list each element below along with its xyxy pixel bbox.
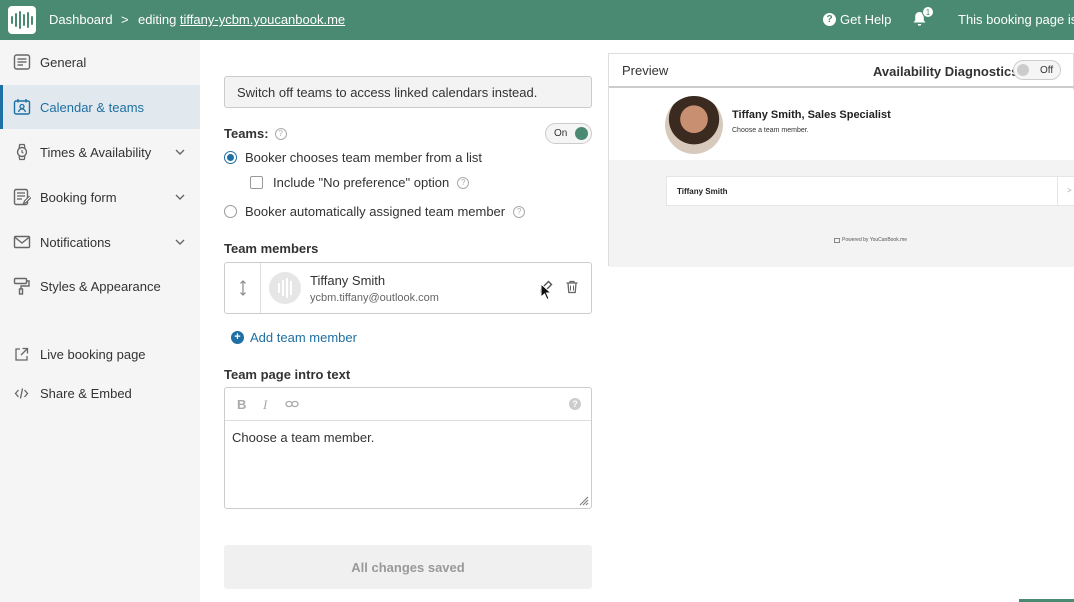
plus-circle-icon: +	[231, 331, 244, 344]
chevron-down-icon	[175, 194, 185, 200]
breadcrumb-editing: editing tiffany-ycbm.youcanbook.me	[138, 12, 345, 27]
team-members-heading: Team members	[224, 241, 319, 256]
toggle-knob	[1017, 64, 1029, 76]
preview-panel: Preview Availability Diagnostics Off Tif…	[608, 53, 1074, 267]
teams-label-text: Teams:	[224, 126, 269, 141]
ycbm-logo-icon[interactable]	[8, 6, 36, 34]
checkbox-no-preference[interactable]: Include "No preference" option ?	[250, 175, 470, 190]
ycbm-small-logo-icon	[834, 237, 840, 243]
italic-button[interactable]: I	[263, 397, 267, 413]
teams-toggle[interactable]: On	[545, 123, 592, 144]
booking-page-link[interactable]: tiffany-ycbm.youcanbook.me	[180, 12, 345, 27]
checkbox[interactable]	[250, 176, 263, 189]
save-status-button: All changes saved	[224, 545, 592, 589]
help-icon[interactable]: ?	[457, 176, 470, 189]
checkbox-label: Include "No preference" option	[273, 175, 450, 190]
envelope-icon	[13, 235, 31, 249]
powered-by[interactable]: Powered by YouCanBook.me	[834, 237, 907, 243]
help-icon[interactable]: ?	[274, 127, 287, 140]
member-name: Tiffany Smith	[310, 273, 386, 288]
radio-button[interactable]	[224, 205, 237, 218]
form-icon	[13, 188, 31, 206]
preview-member-name: Tiffany Smith	[677, 187, 728, 196]
preview-name: Tiffany Smith, Sales Specialist	[732, 109, 891, 121]
profile-photo	[665, 96, 723, 154]
sidebar-item-styles-appearance[interactable]: Styles & Appearance	[0, 264, 200, 308]
list-icon	[13, 54, 31, 70]
teams-notice: Switch off teams to access linked calend…	[224, 76, 592, 108]
sidebar-item-share-embed[interactable]: Share & Embed	[0, 374, 200, 412]
external-link-icon	[15, 347, 29, 361]
notification-count-badge: 1	[922, 6, 934, 18]
help-icon[interactable]: ?	[513, 205, 526, 218]
intro-text-value[interactable]: Choose a team member.	[232, 430, 374, 445]
member-email: ycbm.tiffany@outlook.com	[310, 292, 439, 304]
preview-title: Preview	[622, 63, 669, 78]
radio-button[interactable]	[224, 151, 237, 164]
radio-label: Booker automatically assigned team membe…	[245, 204, 506, 219]
row-divider	[1057, 177, 1058, 205]
bold-button[interactable]: B	[237, 397, 246, 412]
breadcrumb-dashboard[interactable]: Dashboard	[49, 12, 113, 27]
sidebar-item-label: Calendar & teams	[40, 99, 145, 115]
resize-handle-icon[interactable]	[579, 496, 589, 506]
calendar-person-icon	[13, 99, 31, 115]
watch-icon	[16, 143, 28, 161]
sidebar-item-notifications[interactable]: Notifications	[0, 220, 200, 264]
trash-icon[interactable]	[565, 280, 579, 294]
sidebar-item-booking-form[interactable]: Booking form	[0, 175, 200, 219]
sidebar-item-general[interactable]: General	[0, 40, 200, 84]
notifications-button[interactable]: 1	[912, 6, 934, 30]
intro-text-editor[interactable]: B I ? Choose a team member.	[224, 387, 592, 509]
sidebar-item-label: Notifications	[40, 234, 111, 250]
chevron-right-icon: >	[1067, 186, 1072, 195]
radio-auto-assigned[interactable]: Booker automatically assigned team membe…	[224, 204, 526, 219]
sidebar-item-label: Live booking page	[40, 346, 146, 362]
link-icon[interactable]	[285, 399, 299, 409]
breadcrumb-separator: >	[121, 12, 129, 27]
teams-label: Teams: ?	[224, 126, 287, 141]
availability-diagnostics-label: Availability Diagnostics	[873, 64, 1019, 79]
editor-toolbar: B I ?	[225, 388, 591, 421]
sidebar-item-live-booking-page[interactable]: Live booking page	[0, 335, 200, 373]
help-icon: ?	[823, 13, 836, 26]
paint-roller-icon	[13, 277, 30, 295]
booking-page-status: This booking page is	[958, 12, 1074, 27]
preview-body: Tiffany Smith > Powered by YouCanBook.me	[609, 160, 1074, 267]
get-help-button[interactable]: ? Get Help	[823, 12, 891, 27]
chevron-down-icon	[175, 149, 185, 155]
radio-label: Booker chooses team member from a list	[245, 150, 482, 165]
teams-toggle-text: On	[554, 128, 568, 139]
sidebar-item-label: General	[40, 54, 87, 70]
radio-booker-chooses[interactable]: Booker chooses team member from a list	[224, 150, 482, 165]
sidebar-item-label: Styles & Appearance	[40, 278, 161, 294]
diagnostics-toggle-text: Off	[1040, 65, 1054, 76]
powered-by-text: Powered by YouCanBook.me	[842, 237, 908, 243]
sidebar-item-label: Booking form	[40, 189, 117, 205]
availability-diagnostics-toggle[interactable]: Off	[1013, 60, 1061, 80]
code-icon	[14, 387, 29, 399]
sidebar-item-label: Share & Embed	[40, 385, 132, 401]
drag-handle-icon[interactable]	[225, 263, 261, 313]
preview-profile: Tiffany Smith, Sales Specialist Choose a…	[609, 90, 1074, 160]
top-bar: Dashboard > editing tiffany-ycbm.youcanb…	[0, 0, 1074, 40]
help-icon[interactable]: ?	[569, 398, 581, 410]
mouse-cursor-icon	[540, 283, 552, 301]
preview-header: Preview Availability Diagnostics Off	[609, 54, 1074, 88]
toggle-knob	[575, 127, 588, 140]
add-team-member-button[interactable]: + Add team member	[231, 330, 357, 345]
sidebar-item-times-availability[interactable]: Times & Availability	[0, 130, 200, 174]
avatar	[269, 272, 301, 304]
preview-team-member-row[interactable]: Tiffany Smith >	[666, 176, 1074, 206]
add-team-member-label: Add team member	[250, 330, 357, 345]
sidebar-item-calendar-teams[interactable]: Calendar & teams	[0, 85, 200, 129]
sidebar: General Calendar & teams Times & Availab…	[0, 40, 200, 602]
editing-prefix: editing	[138, 12, 180, 27]
sidebar-item-label: Times & Availability	[40, 144, 152, 160]
preview-subtitle: Choose a team member.	[732, 127, 809, 134]
get-help-label: Get Help	[840, 12, 892, 27]
intro-text-heading: Team page intro text	[224, 367, 351, 382]
chevron-down-icon	[175, 239, 185, 245]
team-member-card: Tiffany Smith ycbm.tiffany@outlook.com	[224, 262, 592, 314]
